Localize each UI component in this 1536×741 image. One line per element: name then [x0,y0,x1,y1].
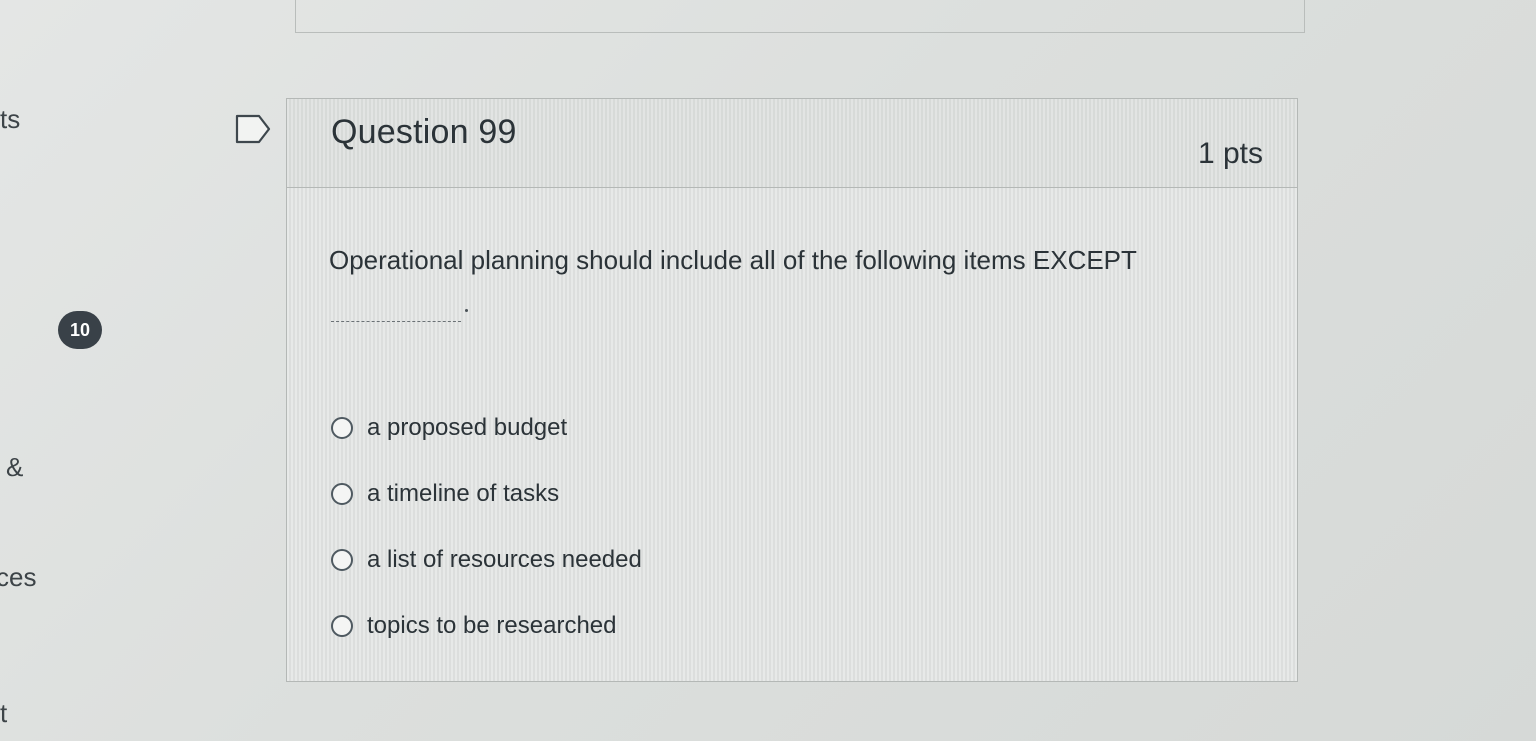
answer-label: topics to be researched [367,612,617,639]
answer-option[interactable]: a timeline of tasks [331,461,1251,527]
question-card: Question 99 1 pts Operational planning s… [286,98,1298,682]
previous-question-card [295,0,1305,33]
nav-item-fragment[interactable]: ts [0,104,20,135]
answer-label: a proposed budget [367,414,568,441]
unread-badge: 10 [58,311,102,349]
answer-option[interactable]: a list of resources needed [331,527,1251,593]
answer-option[interactable]: topics to be researched [331,593,1251,659]
question-points: 1 pts [1197,137,1263,170]
nav-item-fragment[interactable]: ces [0,562,36,593]
flag-outline-icon [235,114,271,144]
period [465,309,468,312]
radio-unselected-icon[interactable] [331,549,353,571]
radio-unselected-icon[interactable] [331,417,353,439]
radio-unselected-icon[interactable] [331,615,353,637]
question-header: Question 99 1 pts [287,99,1297,188]
answer-label: a list of resources needed [367,546,642,573]
flag-question-icon[interactable] [235,114,271,144]
nav-item-fragment[interactable]: t [0,698,7,729]
answer-list: a proposed budget a timeline of tasks a … [331,395,1251,659]
radio-unselected-icon[interactable] [331,483,353,505]
answer-option[interactable]: a proposed budget [331,395,1251,461]
question-text: Operational planning should include all … [329,245,1137,275]
answer-label: a timeline of tasks [367,480,560,507]
answer-blank [331,307,461,322]
nav-item-fragment[interactable]: & [6,452,23,483]
question-title: Question 99 [331,113,517,151]
